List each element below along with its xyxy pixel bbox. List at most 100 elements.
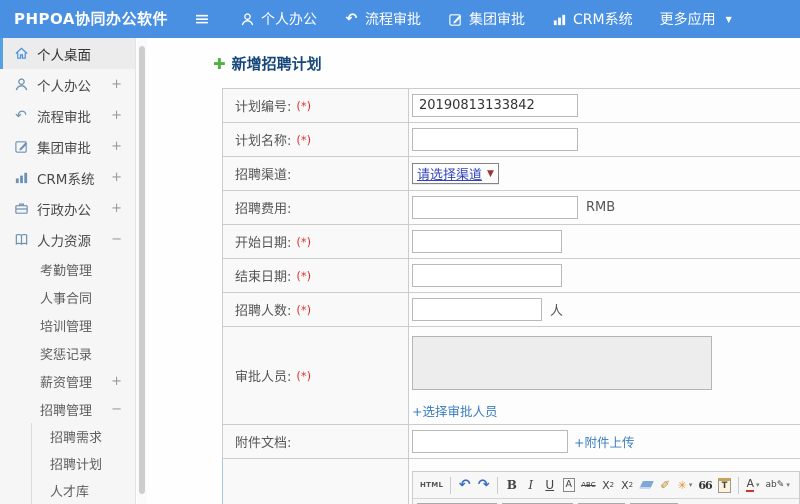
- select-value: 请选择渠道: [417, 168, 483, 183]
- sidebar-item-group-approval[interactable]: 集团审批 +: [0, 131, 135, 162]
- collapse-icon[interactable]: −: [111, 402, 122, 417]
- required-mark: (*): [296, 368, 312, 383]
- approvers-textarea-wrap: [412, 336, 712, 394]
- required-mark: (*): [296, 234, 312, 249]
- form-row-end-date: 结束日期: (*): [222, 259, 800, 293]
- sidebar-item-admin-office[interactable]: 行政办公 +: [0, 193, 135, 224]
- sidebar-item-personal-desktop[interactable]: 个人桌面: [0, 38, 135, 69]
- sidebar-subitem-training-mgmt[interactable]: 培训管理: [0, 311, 135, 339]
- sidebar-subsubitem-recruit-demand[interactable]: 招聘需求: [32, 423, 135, 450]
- format-brush-button[interactable]: ✐: [657, 475, 674, 496]
- form-row-attachment: 附件文档: +附件上传: [222, 425, 800, 459]
- italic-button-glyph: I: [528, 478, 534, 492]
- topnav-item-personal-office[interactable]: 个人办公: [240, 9, 317, 29]
- eraser-shape: [638, 481, 654, 489]
- sidebar-subitem-label: 薪资管理: [40, 375, 93, 391]
- end-date-input[interactable]: [412, 264, 562, 287]
- bold-button-glyph: B: [506, 478, 517, 492]
- autoformat-button[interactable]: ✳ ▾: [676, 475, 695, 496]
- recruit-channel-select[interactable]: 请选择渠道 ▼: [412, 163, 499, 184]
- expand-icon[interactable]: +: [111, 170, 122, 185]
- page-head: ✚ 新增招聘计划: [213, 53, 800, 74]
- superscript-button-glyph: X: [602, 478, 610, 492]
- sidebar-subitem-hr-contract[interactable]: 人事合同: [0, 283, 135, 311]
- editor-toolbar-row2: 自定义标题▼段落格式▼字体▼字号▼: [413, 499, 799, 504]
- eraser-icon-button[interactable]: [638, 475, 655, 496]
- home-icon: [13, 46, 29, 62]
- sidebar-item-workflow-approval[interactable]: ↶ 流程审批 +: [0, 100, 135, 131]
- sidebar: 个人桌面 个人办公 + ↶ 流程审批 + 集团审批 + CRM系统 + 行政办公 + 人力资源 − 考勤管理…: [0, 38, 136, 504]
- italic-button[interactable]: I: [522, 475, 539, 496]
- plan-number-input[interactable]: [412, 94, 578, 117]
- form-value-start-date: [409, 225, 800, 258]
- attachment-upload-link[interactable]: +附件上传: [574, 432, 634, 451]
- sidebar-subitem-attendance-mgmt[interactable]: 考勤管理: [0, 255, 135, 283]
- undo-button-glyph: ↶: [458, 477, 471, 493]
- plan-name-input[interactable]: [412, 128, 578, 151]
- sidebar-scrollbar[interactable]: [137, 38, 147, 504]
- field-label: 招聘渠道:: [235, 168, 292, 183]
- topnav-item-more-apps[interactable]: 更多应用 ▼: [660, 9, 732, 29]
- sidebar-subitem-salary-mgmt[interactable]: 薪资管理 +: [0, 367, 135, 395]
- topnav-item-workflow-approval[interactable]: ↶ 流程审批: [344, 9, 421, 29]
- topnav-item-group-approval[interactable]: 集团审批: [448, 9, 525, 29]
- sidebar-subsubitem-talent-pool[interactable]: 人才库: [32, 477, 135, 504]
- richtext-editor: HTML↶↷BIUAABCX2X2✐✳▾66TA▾ab✎▾自定义标题▼段落格式▼…: [412, 471, 800, 504]
- toolbar-separator: [497, 476, 499, 494]
- sidebar-subitem-label: 培训管理: [40, 319, 93, 335]
- form-value-plan-number: [409, 89, 800, 122]
- collapse-icon[interactable]: −: [111, 232, 122, 247]
- subscript-button[interactable]: X2: [619, 475, 636, 496]
- highlight-color-button[interactable]: ab✎ ▾: [764, 475, 792, 496]
- attachment-input[interactable]: [412, 430, 568, 453]
- expand-icon[interactable]: +: [111, 77, 122, 92]
- menu-toggle-icon[interactable]: ≡: [194, 0, 210, 38]
- font-color-button-glyph: A: [746, 477, 755, 492]
- font-color-button[interactable]: A ▾: [744, 475, 761, 496]
- topnav-label: 个人办公: [261, 12, 317, 28]
- undo-icon: ↶: [15, 107, 27, 124]
- chevron-down-icon: ▾: [786, 481, 790, 489]
- start-date-input[interactable]: [412, 230, 562, 253]
- sidebar-subitem-recruit-mgmt[interactable]: 招聘管理 −: [0, 395, 135, 423]
- sidebar-item-human-resources[interactable]: 人力资源 −: [0, 224, 135, 255]
- recruit-cost-input[interactable]: [412, 196, 578, 219]
- paste-word-button[interactable]: T: [716, 475, 734, 496]
- required-mark: (*): [296, 302, 312, 317]
- strikethrough-button[interactable]: ABC: [579, 475, 597, 496]
- sidebar-item-crm-system[interactable]: CRM系统 +: [0, 162, 135, 193]
- font-border-button[interactable]: A: [560, 475, 577, 496]
- bold-button[interactable]: B: [503, 475, 520, 496]
- autoformat-button-glyph: ✳: [677, 478, 687, 492]
- expand-icon[interactable]: +: [111, 139, 122, 154]
- sidebar-item-label: 行政办公: [37, 202, 91, 219]
- select-approvers-link[interactable]: +选择审批人员: [412, 404, 497, 419]
- undo-icon: ↶: [345, 11, 358, 27]
- form-value-end-date: [409, 259, 800, 292]
- sidebar-subitem-reward-punish-records[interactable]: 奖惩记录: [0, 339, 135, 367]
- expand-icon[interactable]: +: [111, 108, 122, 123]
- field-label: 开始日期:: [235, 236, 292, 251]
- blockquote-button[interactable]: 66: [696, 475, 713, 496]
- underline-button[interactable]: U: [541, 475, 558, 496]
- scrollbar-thumb[interactable]: [139, 46, 145, 494]
- topnav-item-crm-system[interactable]: CRM系统: [552, 9, 633, 29]
- sidebar-subsubitem-recruit-plan[interactable]: 招聘计划: [32, 450, 135, 477]
- expand-icon[interactable]: +: [111, 374, 122, 389]
- sidebar-item-label: 个人办公: [37, 78, 91, 95]
- approvers-textarea[interactable]: [412, 336, 712, 390]
- required-mark: (*): [296, 132, 312, 147]
- undo-button[interactable]: ↶: [456, 475, 473, 496]
- html-source-button[interactable]: HTML: [418, 475, 445, 496]
- recruit-count-input[interactable]: [412, 298, 542, 321]
- sidebar-item-label: 集团审批: [37, 140, 91, 157]
- redo-button[interactable]: ↷: [475, 475, 492, 496]
- superscript-button[interactable]: X2: [600, 475, 617, 496]
- sidebar-item-label: 人力资源: [37, 233, 91, 250]
- editor-toolbar-row1: HTML ↶ ↷ B I U A ABC X 2 X 2 ✐ ✳ ▾ 66 T A ▾ ab✎ ▾: [413, 472, 799, 499]
- topnav-label: CRM系统: [573, 12, 633, 28]
- form-row-plan-number: 计划编号: (*): [222, 89, 800, 123]
- chevron-down-icon: ▾: [688, 481, 693, 489]
- expand-icon[interactable]: +: [111, 201, 122, 216]
- sidebar-item-personal-office[interactable]: 个人办公 +: [0, 69, 135, 100]
